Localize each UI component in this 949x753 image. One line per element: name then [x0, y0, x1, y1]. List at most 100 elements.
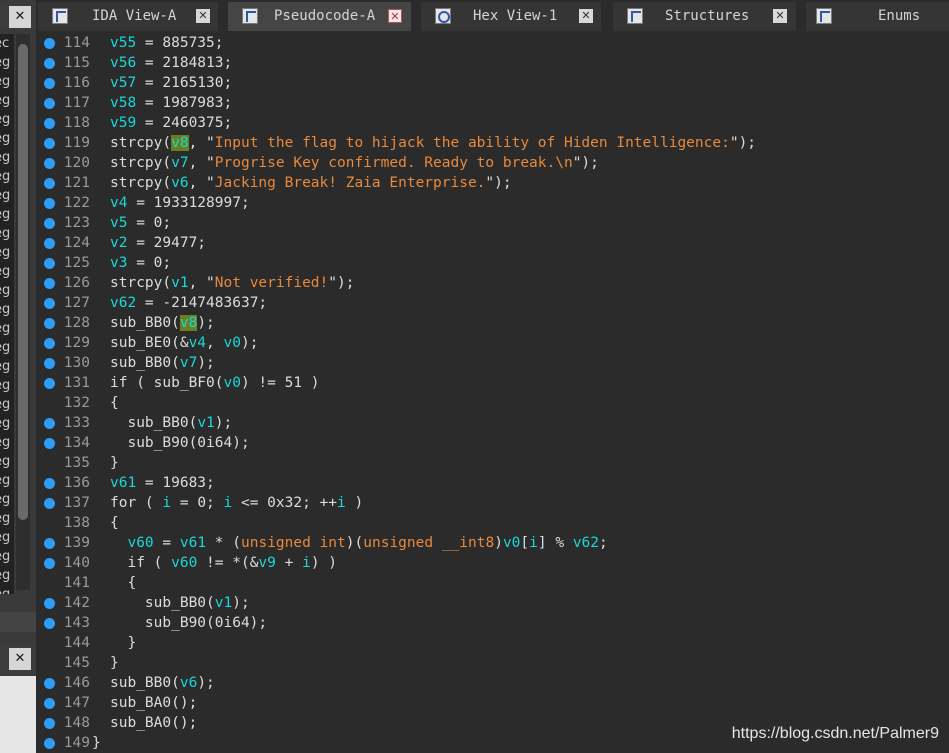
breakpoint-dot-icon[interactable]: [44, 438, 55, 449]
code-line[interactable]: 132 {: [36, 393, 949, 413]
code-line[interactable]: 141 {: [36, 573, 949, 593]
code-line[interactable]: 133 sub_BB0(v1);: [36, 413, 949, 433]
close-tab-icon[interactable]: ✕: [196, 9, 210, 23]
code-text[interactable]: {: [110, 573, 136, 593]
code-text[interactable]: }: [110, 633, 136, 653]
function-list-item[interactable]: eg: [0, 528, 14, 547]
code-text[interactable]: sub_BB0(v1);: [110, 593, 250, 613]
left-scrollbar-thumb[interactable]: [18, 44, 28, 520]
code-line[interactable]: 135}: [36, 453, 949, 473]
code-text[interactable]: strcpy(v8, "Input the flag to hijack the…: [110, 133, 756, 153]
function-list-item[interactable]: eg: [0, 452, 14, 471]
breakpoint-dot-icon[interactable]: [44, 718, 55, 729]
breakpoint-dot-icon[interactable]: [44, 598, 55, 609]
code-text[interactable]: v56 = 2184813;: [110, 53, 232, 73]
function-list-item[interactable]: ec: [0, 34, 14, 53]
function-list-item[interactable]: eg: [0, 414, 14, 433]
code-text[interactable]: }: [92, 733, 101, 753]
close-icon[interactable]: ✕: [9, 6, 31, 28]
code-text[interactable]: v3 = 0;: [110, 253, 171, 273]
code-text[interactable]: v62 = -2147483637;: [110, 293, 267, 313]
breakpoint-dot-icon[interactable]: [44, 618, 55, 629]
function-list-item[interactable]: eg: [0, 566, 14, 585]
breakpoint-dot-icon[interactable]: [44, 178, 55, 189]
function-list-item[interactable]: eg: [0, 72, 14, 91]
code-line[interactable]: 127 v62 = -2147483637;: [36, 293, 949, 313]
function-list-item[interactable]: eg: [0, 262, 14, 281]
code-line[interactable]: 131 if ( sub_BF0(v0) != 51 ): [36, 373, 949, 393]
code-line[interactable]: 134 sub_B90(0i64);: [36, 433, 949, 453]
tab-hex-view-1[interactable]: Hex View-1 ✕: [421, 2, 601, 31]
code-line[interactable]: 122 v4 = 1933128997;: [36, 193, 949, 213]
code-text[interactable]: v4 = 1933128997;: [110, 193, 250, 213]
function-list-item[interactable]: eg: [0, 224, 14, 243]
function-list-item[interactable]: eg: [0, 300, 14, 319]
code-text[interactable]: strcpy(v7, "Progrise Key confirmed. Read…: [110, 153, 599, 173]
breakpoint-dot-icon[interactable]: [44, 278, 55, 289]
code-line[interactable]: 130 sub_BB0(v7);: [36, 353, 949, 373]
code-line[interactable]: 117 v58 = 1987983;: [36, 93, 949, 113]
code-text[interactable]: v2 = 29477;: [110, 233, 206, 253]
function-list-item[interactable]: eg: [0, 281, 14, 300]
function-list-item[interactable]: eg: [0, 547, 14, 566]
function-list-item[interactable]: eg: [0, 376, 14, 395]
code-text[interactable]: sub_BB0(v6);: [110, 673, 215, 693]
code-line[interactable]: 138 {: [36, 513, 949, 533]
code-text[interactable]: strcpy(v1, "Not verified!");: [110, 273, 354, 293]
code-line[interactable]: 124 v2 = 29477;: [36, 233, 949, 253]
code-text[interactable]: v59 = 2460375;: [110, 113, 232, 133]
breakpoint-dot-icon[interactable]: [44, 358, 55, 369]
code-text[interactable]: v57 = 2165130;: [110, 73, 232, 93]
code-text[interactable]: for ( i = 0; i <= 0x32; ++i ): [110, 493, 363, 513]
code-line[interactable]: 125 v3 = 0;: [36, 253, 949, 273]
code-text[interactable]: v5 = 0;: [110, 213, 171, 233]
code-line[interactable]: 145}: [36, 653, 949, 673]
code-line[interactable]: 126 strcpy(v1, "Not verified!");: [36, 273, 949, 293]
code-text[interactable]: sub_BA0();: [110, 713, 197, 733]
code-text[interactable]: sub_BB0(v1);: [110, 413, 232, 433]
tab-structures[interactable]: Structures ✕: [613, 2, 796, 31]
breakpoint-dot-icon[interactable]: [44, 58, 55, 69]
breakpoint-dot-icon[interactable]: [44, 418, 55, 429]
breakpoint-dot-icon[interactable]: [44, 478, 55, 489]
function-list-item[interactable]: eg: [0, 53, 14, 72]
code-line[interactable]: 114 v55 = 885735;: [36, 33, 949, 53]
code-text[interactable]: sub_B90(0i64);: [110, 613, 267, 633]
code-line[interactable]: 143 sub_B90(0i64);: [36, 613, 949, 633]
code-text[interactable]: sub_BA0();: [110, 693, 197, 713]
breakpoint-dot-icon[interactable]: [44, 138, 55, 149]
function-list-item[interactable]: eg: [0, 129, 14, 148]
function-list-item[interactable]: eg: [0, 357, 14, 376]
tab-enums[interactable]: Enums: [806, 2, 949, 31]
function-list-item[interactable]: eg: [0, 91, 14, 110]
breakpoint-dot-icon[interactable]: [44, 198, 55, 209]
code-text[interactable]: {: [110, 513, 119, 533]
code-text[interactable]: }: [110, 453, 119, 473]
code-line[interactable]: 123 v5 = 0;: [36, 213, 949, 233]
breakpoint-dot-icon[interactable]: [44, 738, 55, 749]
code-text[interactable]: {: [110, 393, 119, 413]
code-line[interactable]: 137 for ( i = 0; i <= 0x32; ++i ): [36, 493, 949, 513]
code-text[interactable]: sub_BE0(&v4, v0);: [110, 333, 258, 353]
breakpoint-dot-icon[interactable]: [44, 118, 55, 129]
pseudocode-editor[interactable]: 114 v55 = 885735; 115 v56 = 2184813; 116 v57 …: [36, 33, 949, 753]
function-list-item[interactable]: eg: [0, 433, 14, 452]
function-list-item[interactable]: eg: [0, 148, 14, 167]
code-text[interactable]: strcpy(v6, "Jacking Break! Zaia Enterpri…: [110, 173, 512, 193]
code-text[interactable]: sub_BB0(v8);: [110, 313, 215, 333]
code-text[interactable]: sub_B90(0i64);: [110, 433, 249, 453]
code-line[interactable]: 146 sub_BB0(v6);: [36, 673, 949, 693]
function-list-item[interactable]: eg: [0, 338, 14, 357]
close-tab-icon[interactable]: ✕: [388, 9, 402, 23]
function-list[interactable]: ecegegegegegegegegegegegegegegegegegegeg…: [0, 34, 14, 594]
function-list-item[interactable]: eg: [0, 319, 14, 338]
breakpoint-dot-icon[interactable]: [44, 498, 55, 509]
code-line[interactable]: 139 v60 = v61 * (unsigned int)(unsigned …: [36, 533, 949, 553]
tab-pseudocode-a[interactable]: Pseudocode-A ✕: [228, 2, 411, 31]
breakpoint-dot-icon[interactable]: [44, 698, 55, 709]
close-tab-icon[interactable]: ✕: [579, 9, 593, 23]
breakpoint-dot-icon[interactable]: [44, 378, 55, 389]
code-line[interactable]: 147 sub_BA0();: [36, 693, 949, 713]
function-list-item[interactable]: eg: [0, 509, 14, 528]
code-text[interactable]: if ( v60 != *(&v9 + i) ): [110, 553, 337, 573]
